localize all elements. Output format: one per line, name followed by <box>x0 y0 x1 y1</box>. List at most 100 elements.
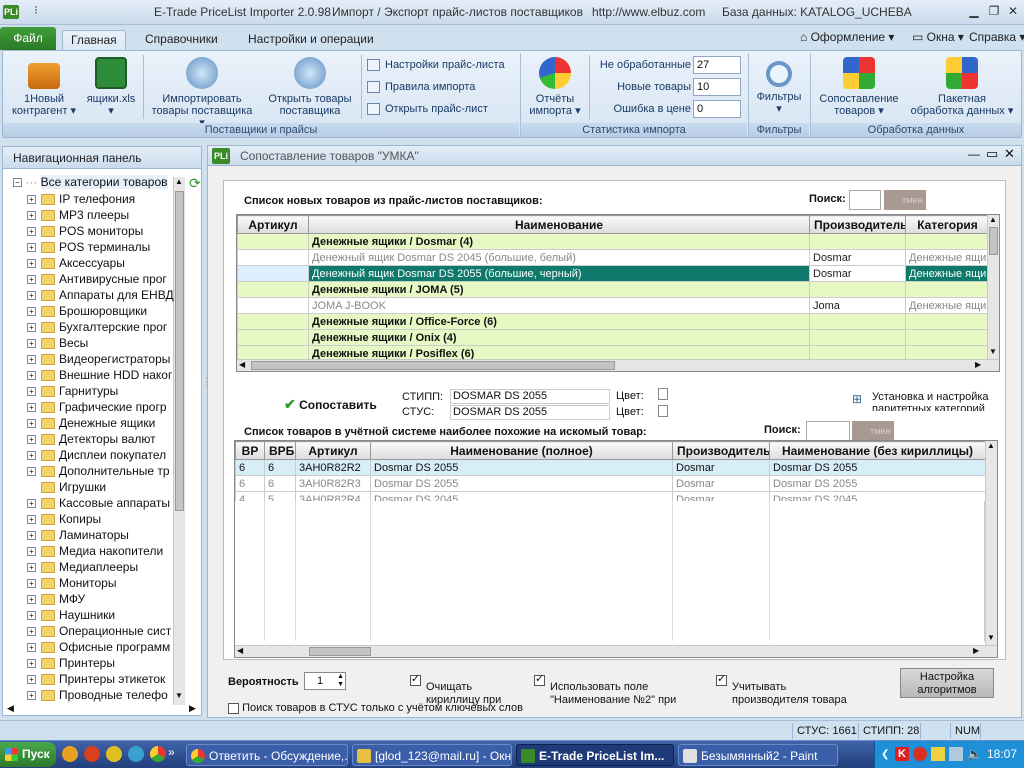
minimize-icon[interactable]: ▁ <box>966 4 982 19</box>
tree-item[interactable]: + Внешние HDD наког <box>27 367 177 383</box>
scroll-left-icon[interactable]: ◀ <box>7 703 14 714</box>
expand-icon[interactable]: + <box>27 387 36 397</box>
tree-item[interactable]: + Проводные телефо <box>27 687 177 703</box>
col-manufacturer[interactable]: Производитель <box>809 215 906 234</box>
match-goods-button[interactable]: Сопоставление товаров ▾ <box>813 57 905 117</box>
expand-icon[interactable]: + <box>27 339 36 349</box>
table-row[interactable]: Денежный ящик Dosmar DS 2055 (большие, ч… <box>237 265 990 282</box>
expand-icon[interactable]: + <box>27 371 36 381</box>
table-row[interactable]: JOMA J-BOOK Joma Денежные ящи <box>237 297 990 314</box>
tray-icon-4[interactable] <box>949 747 963 761</box>
search-input-1[interactable] <box>849 190 881 210</box>
table-row[interactable]: Денежные ящики / Onix (4) <box>237 329 990 346</box>
tree-item[interactable]: + Медиаплееры <box>27 559 177 575</box>
tree-item[interactable]: + Гарнитуры <box>27 383 177 399</box>
table-cell[interactable] <box>905 313 990 330</box>
search-input-2[interactable] <box>806 421 850 441</box>
task-paint[interactable]: Безымянный2 - Paint <box>678 744 838 766</box>
table-cell[interactable]: 6 <box>264 459 296 476</box>
col-name[interactable]: Наименование <box>308 215 810 234</box>
scroll-up-icon[interactable]: ▲ <box>175 177 183 186</box>
col-article[interactable]: Артикул <box>237 215 309 234</box>
antivirus-icon[interactable]: K <box>895 747 909 761</box>
pricelist-settings-button[interactable]: Настройки прайс-листа <box>367 56 505 74</box>
grid1-vscroll[interactable]: ▲ ▼ <box>987 215 999 359</box>
expand-icon[interactable]: + <box>27 611 36 621</box>
search-button-1[interactable]: тмен <box>884 190 926 210</box>
tree-item[interactable]: + Копиры <box>27 511 177 527</box>
quicklaunch-icon-3[interactable] <box>106 746 122 762</box>
stus-field[interactable]: DOSMAR DS 2055 <box>450 405 610 420</box>
table-cell[interactable] <box>237 329 309 346</box>
col-vr[interactable]: ВР <box>235 441 265 460</box>
stipp-color-swatch[interactable] <box>658 388 668 400</box>
opt-use-name2[interactable]: Использовать поле "Наименование №2" при <box>534 668 676 707</box>
more-icon[interactable]: » <box>168 745 175 759</box>
expand-icon[interactable]: + <box>27 675 36 685</box>
tree-item[interactable]: + Аксессуары <box>27 255 177 271</box>
tree-item[interactable]: + POS терминалы <box>27 239 177 255</box>
expand-icon[interactable]: + <box>27 211 36 221</box>
expand-icon[interactable]: + <box>27 419 36 429</box>
expand-icon[interactable]: + <box>27 451 36 461</box>
tab-references[interactable]: Справочники <box>137 30 226 50</box>
table-cell[interactable]: 6 <box>264 475 296 492</box>
match-button[interactable]: ✔ Сопоставить <box>284 396 377 413</box>
col-article2[interactable]: Артикул <box>295 441 371 460</box>
open-goods-button[interactable]: Открыть товары поставщика <box>263 57 357 117</box>
col-full-name[interactable]: Наименование (полное) <box>370 441 673 460</box>
table-cell[interactable]: Денежный ящик Dosmar DS 2045 (большие, б… <box>308 249 810 266</box>
tree-item[interactable]: + МФУ <box>27 591 177 607</box>
expand-icon[interactable]: + <box>27 595 36 605</box>
import-reports-button[interactable]: Отчёты импорта ▾ <box>525 57 585 117</box>
expand-icon[interactable]: + <box>27 275 36 285</box>
quicklaunch-icon-1[interactable] <box>62 746 78 762</box>
tree-item[interactable]: Игрушки <box>27 479 177 495</box>
col-manufacturer2[interactable]: Производитель <box>672 441 770 460</box>
table-cell[interactable]: Dosmar <box>809 249 906 266</box>
expand-icon[interactable]: + <box>27 435 36 445</box>
import-rules-button[interactable]: Правила импорта <box>367 78 475 96</box>
table-cell[interactable]: 6 <box>235 459 265 476</box>
use-name2-checkbox[interactable] <box>534 673 545 686</box>
tree-item[interactable]: + Брошюровщики <box>27 303 177 319</box>
table-cell[interactable] <box>905 329 990 346</box>
table-cell[interactable] <box>237 313 309 330</box>
expand-icon[interactable]: + <box>27 307 36 317</box>
tree-item[interactable]: + Принтеры <box>27 655 177 671</box>
tree-item[interactable]: + Графические прогр <box>27 399 177 415</box>
table-cell[interactable]: Joma <box>809 297 906 314</box>
table-cell[interactable]: Денежные ящики / Dosmar (4) <box>308 233 810 250</box>
table-cell[interactable] <box>237 265 309 282</box>
expand-icon[interactable]: + <box>27 227 36 237</box>
table-cell[interactable] <box>809 313 906 330</box>
new-contractor-button[interactable]: 1Новый контрагент ▾ <box>9 57 79 117</box>
import-goods-button[interactable]: Импортировать товары поставщика ▾ <box>149 57 255 129</box>
table-cell[interactable]: Dosmar <box>809 265 906 282</box>
scroll-down-icon[interactable]: ▼ <box>987 633 995 642</box>
help-menu[interactable]: Справка ▾ <box>969 30 1024 44</box>
keywords-only-checkbox[interactable] <box>228 702 239 714</box>
table-cell[interactable] <box>809 233 906 250</box>
search-button-2[interactable]: тмен <box>852 421 894 441</box>
algorithm-settings-button[interactable]: Настройка алгоритмов <box>900 668 994 698</box>
table-cell[interactable] <box>809 329 906 346</box>
scroll-up-icon[interactable]: ▲ <box>989 215 997 224</box>
priority-categories-link[interactable]: ⊞ Установка и настройка паритетных катег… <box>852 391 989 411</box>
volume-icon[interactable]: 🔈 <box>967 747 982 761</box>
grid2-hthumb[interactable] <box>309 647 371 656</box>
scroll-up-icon[interactable]: ▲ <box>987 441 995 450</box>
opt-manufacturer[interactable]: Учитывать производителя товара <box>716 668 847 707</box>
table-cell[interactable]: Денежные ящи <box>905 297 990 314</box>
table-cell[interactable]: JOMA J-BOOK <box>308 297 810 314</box>
file-tab[interactable]: Файл <box>0 27 56 50</box>
expand-icon[interactable]: + <box>27 195 36 205</box>
probability-spinner[interactable]: 1 ▲ ▼ <box>304 672 346 690</box>
spinner-arrows-icon[interactable]: ▲ ▼ <box>337 673 344 689</box>
table-cell[interactable]: Денежные ящики / JOMA (5) <box>308 281 810 298</box>
appearance-menu[interactable]: ⌂ Оформление ▾ <box>800 30 894 44</box>
tree-item[interactable]: + POS мониторы <box>27 223 177 239</box>
grid2-hscroll[interactable]: ◀ ▶ <box>235 645 997 657</box>
table-cell[interactable]: Денежный ящик Dosmar DS 2055 (большие, ч… <box>308 265 810 282</box>
quick-access-toolbar[interactable]: ⁝ <box>34 3 38 17</box>
